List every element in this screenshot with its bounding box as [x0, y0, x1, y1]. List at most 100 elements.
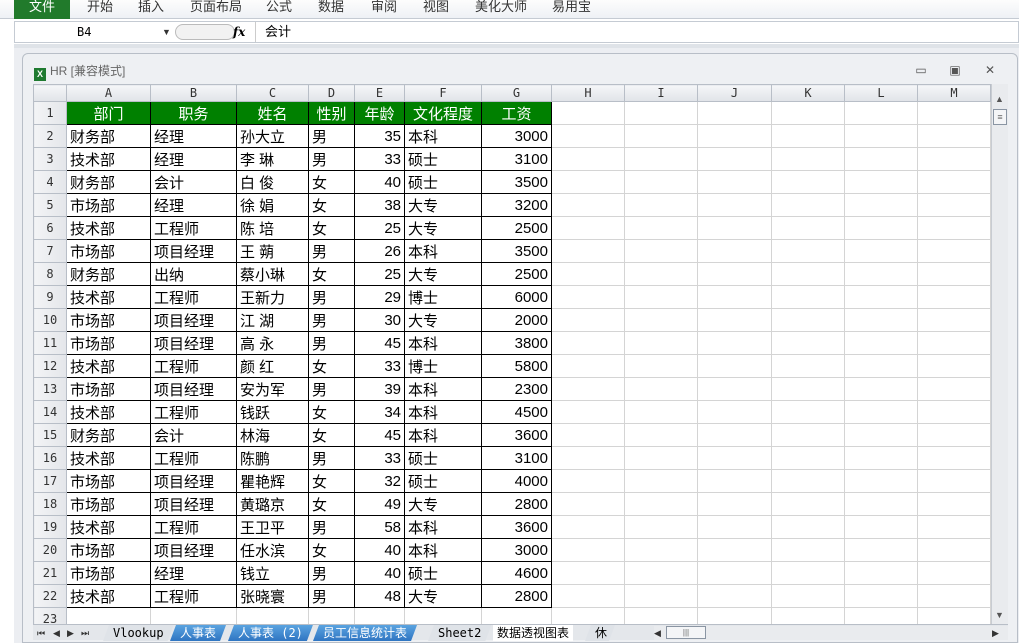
cell[interactable] — [917, 469, 991, 493]
cell[interactable] — [551, 584, 625, 608]
cell[interactable]: 女 — [308, 216, 355, 240]
cell[interactable] — [624, 170, 698, 194]
cell[interactable]: 技术部 — [66, 446, 151, 470]
cell[interactable] — [844, 561, 918, 585]
cell[interactable] — [844, 584, 918, 608]
last-sheet-icon[interactable]: ⏭ — [81, 625, 89, 641]
cell[interactable] — [697, 147, 772, 171]
cell[interactable] — [697, 101, 772, 125]
first-sheet-icon[interactable]: ⏮ — [37, 625, 45, 641]
cell[interactable] — [917, 308, 991, 332]
cell[interactable]: 5800 — [481, 354, 552, 378]
cell[interactable]: 3100 — [481, 446, 552, 470]
cell[interactable] — [844, 193, 918, 217]
cell[interactable]: 3800 — [481, 331, 552, 355]
cell[interactable]: 2000 — [481, 308, 552, 332]
cell[interactable]: 工程师 — [150, 400, 237, 424]
cell[interactable] — [771, 170, 845, 194]
cell[interactable] — [771, 193, 845, 217]
cell[interactable] — [624, 193, 698, 217]
cell[interactable] — [551, 423, 625, 447]
cell[interactable]: 王 蒴 — [236, 239, 309, 263]
cell[interactable]: 大专 — [404, 216, 482, 240]
row-header[interactable]: 14 — [33, 400, 67, 424]
column-header[interactable]: H — [551, 84, 625, 102]
cell[interactable]: 财务部 — [66, 170, 151, 194]
cell[interactable] — [697, 239, 772, 263]
column-header[interactable]: F — [404, 84, 482, 102]
scroll-right-icon[interactable]: ▶ — [992, 625, 999, 641]
cell[interactable]: 市场部 — [66, 193, 151, 217]
cell[interactable] — [551, 216, 625, 240]
cell[interactable]: 技术部 — [66, 147, 151, 171]
cell[interactable]: 硕士 — [404, 446, 482, 470]
cell[interactable] — [624, 377, 698, 401]
cell[interactable] — [771, 124, 845, 148]
sheet-tab-staff-stats[interactable]: 员工信息统计表 — [313, 625, 417, 641]
cell[interactable]: 32 — [354, 469, 405, 493]
cell[interactable] — [771, 331, 845, 355]
cell[interactable] — [551, 561, 625, 585]
cell[interactable] — [917, 285, 991, 309]
cell[interactable] — [697, 515, 772, 539]
cell[interactable]: 项目经理 — [150, 239, 237, 263]
row-header[interactable]: 21 — [33, 561, 67, 585]
cell[interactable]: 市场部 — [66, 239, 151, 263]
cell[interactable]: 25 — [354, 216, 405, 240]
cell[interactable] — [844, 285, 918, 309]
cell[interactable]: 33 — [354, 147, 405, 171]
cell[interactable]: 大专 — [404, 584, 482, 608]
cell[interactable] — [771, 515, 845, 539]
cell[interactable]: 瞿艳辉 — [236, 469, 309, 493]
cell[interactable]: 钱立 — [236, 561, 309, 585]
cell[interactable] — [771, 262, 845, 286]
cell[interactable]: 项目经理 — [150, 377, 237, 401]
cell[interactable] — [697, 354, 772, 378]
cell[interactable] — [771, 538, 845, 562]
cell[interactable]: 38 — [354, 193, 405, 217]
cell[interactable]: 34 — [354, 400, 405, 424]
formula-input[interactable]: 会计 — [255, 22, 291, 42]
formula-resize-handle[interactable] — [175, 24, 235, 40]
cell[interactable] — [844, 147, 918, 171]
cell[interactable]: 本科 — [404, 239, 482, 263]
cell[interactable] — [844, 446, 918, 470]
cell[interactable]: 颜 红 — [236, 354, 309, 378]
cell[interactable]: 48 — [354, 584, 405, 608]
cell[interactable]: 女 — [308, 492, 355, 516]
cell[interactable] — [551, 170, 625, 194]
cell[interactable]: 本科 — [404, 423, 482, 447]
cell[interactable]: 工程师 — [150, 515, 237, 539]
row-header[interactable]: 17 — [33, 469, 67, 493]
sheet-tab-sheet2[interactable]: Sheet2 — [428, 625, 491, 641]
cell[interactable]: 工程师 — [150, 216, 237, 240]
spreadsheet-grid[interactable]: A B C D E F G H I J K L M 1 部门 职务 姓名 性别 年龄 文化程度 工资 2 财务部 经理 孙大立男… — [33, 84, 991, 631]
cell[interactable] — [551, 147, 625, 171]
cell[interactable]: 王新力 — [236, 285, 309, 309]
cell[interactable] — [917, 147, 991, 171]
tab-easy-tools[interactable]: 易用宝 — [552, 0, 591, 19]
cell[interactable]: 陈鹏 — [236, 446, 309, 470]
prev-sheet-icon[interactable]: ◀ — [53, 625, 60, 641]
name-box[interactable]: B4 — [15, 22, 175, 42]
cell[interactable] — [624, 584, 698, 608]
cell[interactable]: 男 — [308, 285, 355, 309]
column-header[interactable]: J — [697, 84, 772, 102]
cell[interactable]: 市场部 — [66, 538, 151, 562]
cell[interactable]: 市场部 — [66, 377, 151, 401]
cell[interactable]: 男 — [308, 124, 355, 148]
cell[interactable] — [624, 101, 698, 125]
header-cell[interactable]: 部门 — [66, 101, 151, 125]
cell[interactable]: 技术部 — [66, 584, 151, 608]
cell[interactable]: 市场部 — [66, 331, 151, 355]
cell[interactable] — [551, 262, 625, 286]
cell[interactable]: 项目经理 — [150, 492, 237, 516]
cell[interactable]: 财务部 — [66, 262, 151, 286]
cell[interactable]: 2300 — [481, 377, 552, 401]
cell[interactable]: 大专 — [404, 308, 482, 332]
cell[interactable] — [917, 584, 991, 608]
cell[interactable] — [697, 331, 772, 355]
cell[interactable] — [697, 400, 772, 424]
tab-insert[interactable]: 插入 — [138, 0, 164, 19]
cell[interactable]: 33 — [354, 446, 405, 470]
